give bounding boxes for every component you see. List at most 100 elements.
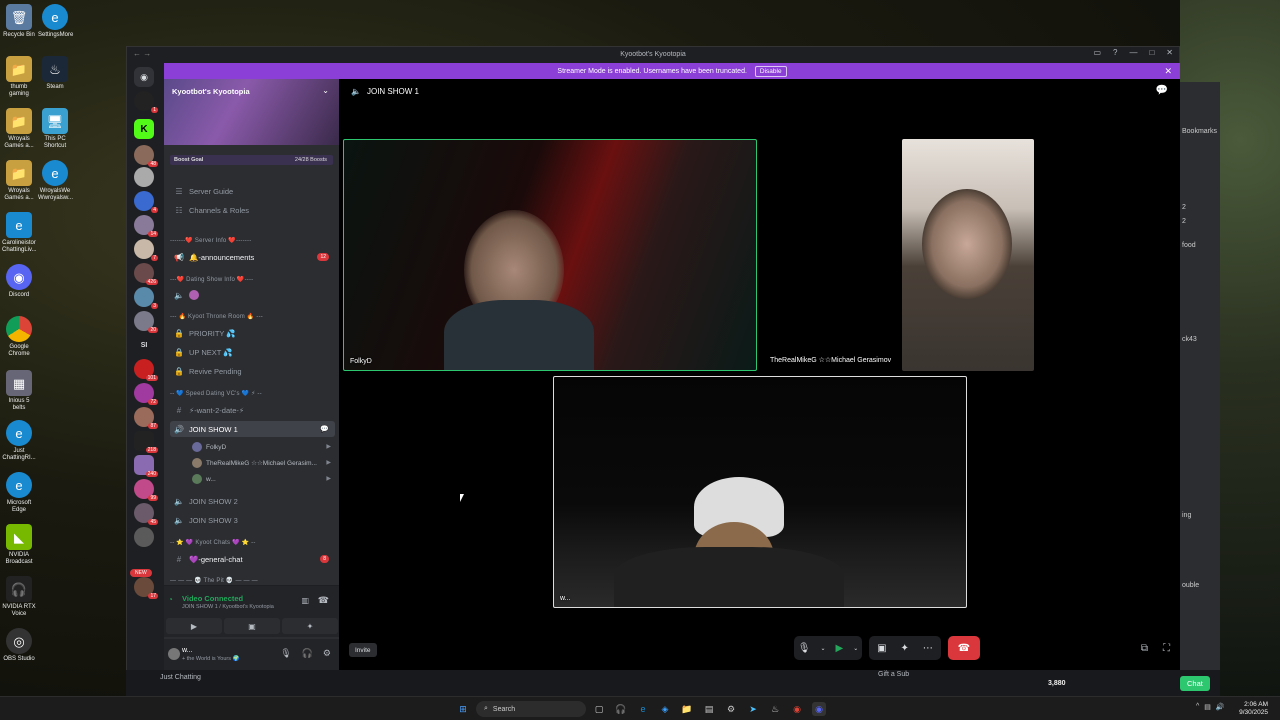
steam-icon[interactable]: ♨ [768, 702, 782, 716]
disconnect-button[interactable]: ☎ [948, 636, 980, 660]
maximize-icon[interactable]: □ [1149, 48, 1154, 57]
server-icon[interactable]: 17 [134, 577, 158, 599]
chevron-up-icon[interactable]: ^ [1196, 703, 1199, 711]
desktop-icon-settings[interactable]: e SettingsMore [38, 4, 73, 39]
more-icon[interactable]: ⋯ [923, 643, 933, 654]
server-icon[interactable]: 4 [134, 191, 158, 213]
store-icon[interactable]: ▤ [702, 702, 716, 716]
desktop-icon-edge-1[interactable]: e Carolineistor ChattingLiv... [2, 212, 37, 254]
invite-button[interactable]: Invite [349, 643, 377, 657]
desktop-icon-recycle-bin[interactable]: 🗑 Recycle Bin [2, 4, 36, 39]
server-icon[interactable]: 101 [134, 359, 158, 381]
voice-user-folkyd[interactable]: FolkyD [192, 442, 226, 452]
video-tile-mikeg[interactable] [902, 139, 1034, 371]
desktop-icon-wroyals-1[interactable]: 📁 Wroyals Games a... [2, 108, 36, 150]
copilot-icon[interactable]: ◈ [658, 702, 672, 716]
server-icon[interactable]: 99 [134, 479, 158, 501]
microphone-icon[interactable]: 🎙 [280, 648, 291, 659]
chevron-down-icon[interactable]: ⌄ [820, 645, 825, 652]
server-icon[interactable]: 87 [134, 407, 158, 429]
server-banner[interactable]: Kyootbot's Kyootopia ⌄ [164, 79, 339, 145]
desktop-icon-wroyals-2[interactable]: 📁 Wroyals Games a... [2, 160, 36, 202]
taskbar-search[interactable]: ⌕ Search [476, 701, 586, 717]
windows-start-icon[interactable]: ⊞ [456, 702, 470, 716]
desktop-icon-discord[interactable]: ◉ Discord [2, 264, 36, 299]
channel-want-2-date[interactable]: # ⚡-want-2-date-⚡ [170, 402, 335, 418]
desktop-icon-chrome[interactable]: Google Chrome [2, 316, 36, 358]
microphone-icon[interactable]: 🎙 [798, 643, 811, 654]
server-icon[interactable]: 14 [134, 215, 158, 237]
disconnect-icon[interactable]: ☎ [318, 595, 329, 606]
desktop-icon-nvidia-broadcast[interactable]: ◣ NVIDIA Broadcast [2, 524, 36, 566]
server-name[interactable]: Kyootbot's Kyootopia [172, 87, 250, 96]
desktop-icon-edge-3[interactable]: e Microsoft Edge [2, 472, 36, 514]
server-icon[interactable] [134, 527, 154, 547]
edge-icon[interactable]: e [636, 702, 650, 716]
category-throne-room[interactable]: --- 🔥 Kyoot Throne Room 🔥 --- [170, 313, 263, 320]
new-badge[interactable]: NEW [130, 569, 152, 577]
network-icon[interactable]: ▤ [1204, 703, 1211, 711]
desktop-icon-wroyals-we[interactable]: e WroyalsWe Wwroyalsw... [38, 160, 73, 202]
server-icon[interactable]: 72 [134, 383, 158, 405]
chat-button[interactable]: Chat [1180, 676, 1210, 691]
desktop-icon-thumb[interactable]: 📁 thumb gaming [2, 56, 36, 98]
server-icon[interactable] [134, 167, 154, 187]
server-guide-item[interactable]: ☰ Server Guide [170, 183, 335, 199]
desktop-icon-steam[interactable]: ♨ Steam [38, 56, 72, 91]
server-icon[interactable]: 218 [134, 431, 158, 453]
server-icon[interactable]: 3 [134, 287, 158, 309]
server-icon[interactable]: 48 [134, 145, 158, 167]
noise-suppression-icon[interactable]: ▥ [301, 596, 309, 605]
category-server-info[interactable]: -------❤️ Server Info ❤️------- [170, 237, 251, 244]
task-view-icon[interactable]: ▢ [592, 702, 606, 716]
category-speed-dating[interactable]: -- 💙 Speed Dating VC's 💙 ⚡ -- [170, 390, 262, 397]
discord-home-icon[interactable]: ◉ [134, 67, 154, 87]
vc-status-subtitle[interactable]: JOIN SHOW 1 / Kyootbot's Kyootopia [182, 604, 274, 610]
inbox-icon[interactable]: ▭ [1093, 48, 1101, 57]
channel-dating-voice[interactable]: 🔈 [170, 287, 335, 303]
channel-announcements[interactable]: 📢 🔔-announcements 12 [170, 249, 335, 265]
category-the-pit[interactable]: — — — 💀 The Pit 💀 — — — [170, 577, 258, 584]
help-icon[interactable]: ? [1113, 48, 1117, 57]
discord-icon[interactable]: ◉ [812, 702, 826, 716]
channel-join-show-2[interactable]: 🔈 JOIN SHOW 2 [170, 493, 335, 509]
desktop-icon-obs[interactable]: ◎ OBS Studio [2, 628, 36, 663]
channel-join-show-3[interactable]: 🔈 JOIN SHOW 3 [170, 512, 335, 528]
chevron-down-icon[interactable]: ⌄ [853, 645, 858, 652]
category-dating-info[interactable]: ---❤️ Dating Show Info ❤️---- [170, 276, 253, 283]
pop-out-icon[interactable]: ⧉ [1141, 643, 1148, 654]
channel-priority[interactable]: 🔒 PRIORITY 💦 [170, 325, 335, 341]
send-icon[interactable]: ➤ [746, 702, 760, 716]
channel-join-show-1[interactable]: 🔊 JOIN SHOW 1 💬 [170, 421, 335, 437]
clock[interactable]: 2:06 AM 9/30/2025 [1239, 701, 1268, 717]
voice-user-mikeg[interactable]: TheRealMikeG ☆☆Michael Gerasim... [192, 458, 317, 468]
screen-share-button[interactable]: ▣ [224, 618, 280, 634]
channels-roles-item[interactable]: ☷ Channels & Roles [170, 202, 335, 218]
back-forward-icon[interactable]: ← → [133, 49, 151, 58]
minimize-icon[interactable]: — [1129, 48, 1137, 57]
channel-up-next[interactable]: 🔒 UP NEXT 💦 [170, 344, 335, 360]
headset-icon[interactable]: 🎧 [614, 702, 628, 716]
activities-icon[interactable]: ✦ [901, 643, 909, 654]
server-icon[interactable]: 20 [134, 311, 158, 333]
server-icon[interactable]: 45 [134, 503, 158, 525]
server-icon-sl[interactable]: SI [134, 335, 154, 355]
screen-share-icon[interactable]: ▣ [877, 643, 886, 654]
chat-icon[interactable]: 💬 [1156, 85, 1168, 96]
voice-user-self[interactable]: w... [192, 474, 216, 484]
chevron-down-icon[interactable]: ⌄ [322, 86, 329, 95]
chrome-icon[interactable]: ◉ [790, 702, 804, 716]
server-icon[interactable]: 426 [134, 263, 158, 285]
category-kyoot-chats[interactable]: -- ⭐ 💜 Kyoot Chats 💜 ⭐ -- [170, 539, 256, 546]
volume-icon[interactable]: 🔊 [1216, 703, 1225, 711]
avatar[interactable] [168, 648, 180, 660]
user-name[interactable]: w... [182, 647, 193, 654]
desktop-icon-this-pc[interactable]: 🖥 This PC Shortcut [38, 108, 72, 150]
video-tile-self[interactable]: w... [553, 376, 967, 608]
kick-server-icon[interactable]: K [134, 119, 154, 139]
disable-streamer-button[interactable]: Disable [754, 65, 787, 77]
channel-general-chat[interactable]: # 💜-general-chat 8 [170, 551, 335, 567]
signal-icon[interactable]: ◔ [168, 595, 173, 604]
camera-icon[interactable]: ▶ [836, 643, 844, 654]
gift-sub-button[interactable]: Gift a Sub [878, 671, 909, 678]
